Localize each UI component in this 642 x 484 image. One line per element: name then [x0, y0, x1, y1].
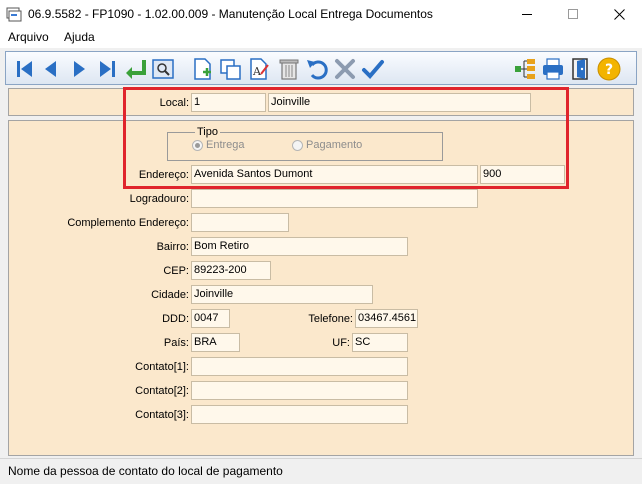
delete-icon[interactable]	[276, 56, 302, 82]
minimize-button[interactable]	[504, 0, 550, 28]
svg-text:A: A	[252, 65, 262, 78]
previous-record-icon[interactable]	[38, 56, 64, 82]
ddd-field[interactable]: 0047	[191, 309, 230, 328]
print-icon[interactable]	[540, 56, 566, 82]
uf-field[interactable]: SC	[352, 333, 408, 352]
status-text: Nome da pessoa de contato do local de pa…	[8, 464, 283, 478]
logradouro-field[interactable]	[191, 189, 478, 208]
next-record-icon[interactable]	[66, 56, 92, 82]
cep-field[interactable]: 89223-200	[191, 261, 271, 280]
status-bar: Nome da pessoa de contato do local de pa…	[0, 458, 642, 484]
contato1-field[interactable]	[191, 357, 408, 376]
undo-icon[interactable]	[304, 56, 330, 82]
pais-label: País:	[163, 337, 189, 349]
complemento-label: Complemento Endereço:	[67, 217, 189, 229]
contato1-label: Contato[1]:	[135, 361, 189, 373]
highlight-box	[123, 87, 569, 189]
window-title: 06.9.5582 - FP1090 - 1.02.00.009 - Manut…	[28, 7, 433, 21]
menu-arquivo[interactable]: Arquivo	[8, 30, 49, 44]
uf-label: UF:	[332, 337, 350, 349]
maximize-icon	[568, 9, 578, 19]
help-icon[interactable]: ?	[596, 56, 622, 82]
toolbar-area: A ?	[0, 48, 642, 88]
telefone-field[interactable]: 03467.4561	[355, 309, 418, 328]
contato2-field[interactable]	[191, 381, 408, 400]
bairro-label: Bairro:	[156, 241, 189, 253]
app-icon	[6, 6, 22, 22]
bairro-field[interactable]: Bom Retiro	[191, 237, 408, 256]
toolbar: A ?	[5, 51, 637, 85]
menu-ajuda[interactable]: Ajuda	[64, 30, 95, 44]
contato3-field[interactable]	[191, 405, 408, 424]
close-icon	[613, 8, 625, 20]
telefone-label: Telefone:	[308, 313, 353, 325]
ddd-label: DDD:	[162, 313, 189, 325]
contato2-label: Contato[2]:	[135, 385, 189, 397]
contato3-label: Contato[3]:	[135, 409, 189, 421]
exit-icon[interactable]	[568, 56, 594, 82]
maximize-button[interactable]	[550, 0, 596, 28]
last-record-icon[interactable]	[94, 56, 120, 82]
logradouro-label: Logradouro:	[129, 193, 189, 205]
first-record-icon[interactable]	[12, 56, 38, 82]
complemento-field[interactable]	[191, 213, 289, 232]
minimize-icon	[522, 13, 532, 15]
zoom-icon[interactable]	[150, 56, 176, 82]
tree-icon[interactable]	[512, 56, 538, 82]
edit-icon[interactable]: A	[246, 56, 272, 82]
menu-bar: Arquivo Ajuda	[0, 28, 642, 48]
confirm-icon[interactable]	[360, 56, 386, 82]
cidade-label: Cidade:	[151, 289, 189, 301]
goto-icon[interactable]	[122, 56, 148, 82]
cep-label: CEP:	[163, 265, 189, 277]
pais-field[interactable]: BRA	[191, 333, 240, 352]
svg-text:?: ?	[605, 62, 613, 78]
title-bar: 06.9.5582 - FP1090 - 1.02.00.009 - Manut…	[0, 0, 642, 28]
new-icon[interactable]	[190, 56, 216, 82]
cidade-field[interactable]: Joinville	[191, 285, 373, 304]
cancel-icon[interactable]	[332, 56, 358, 82]
copy-icon[interactable]	[218, 56, 244, 82]
close-button[interactable]	[596, 0, 642, 28]
